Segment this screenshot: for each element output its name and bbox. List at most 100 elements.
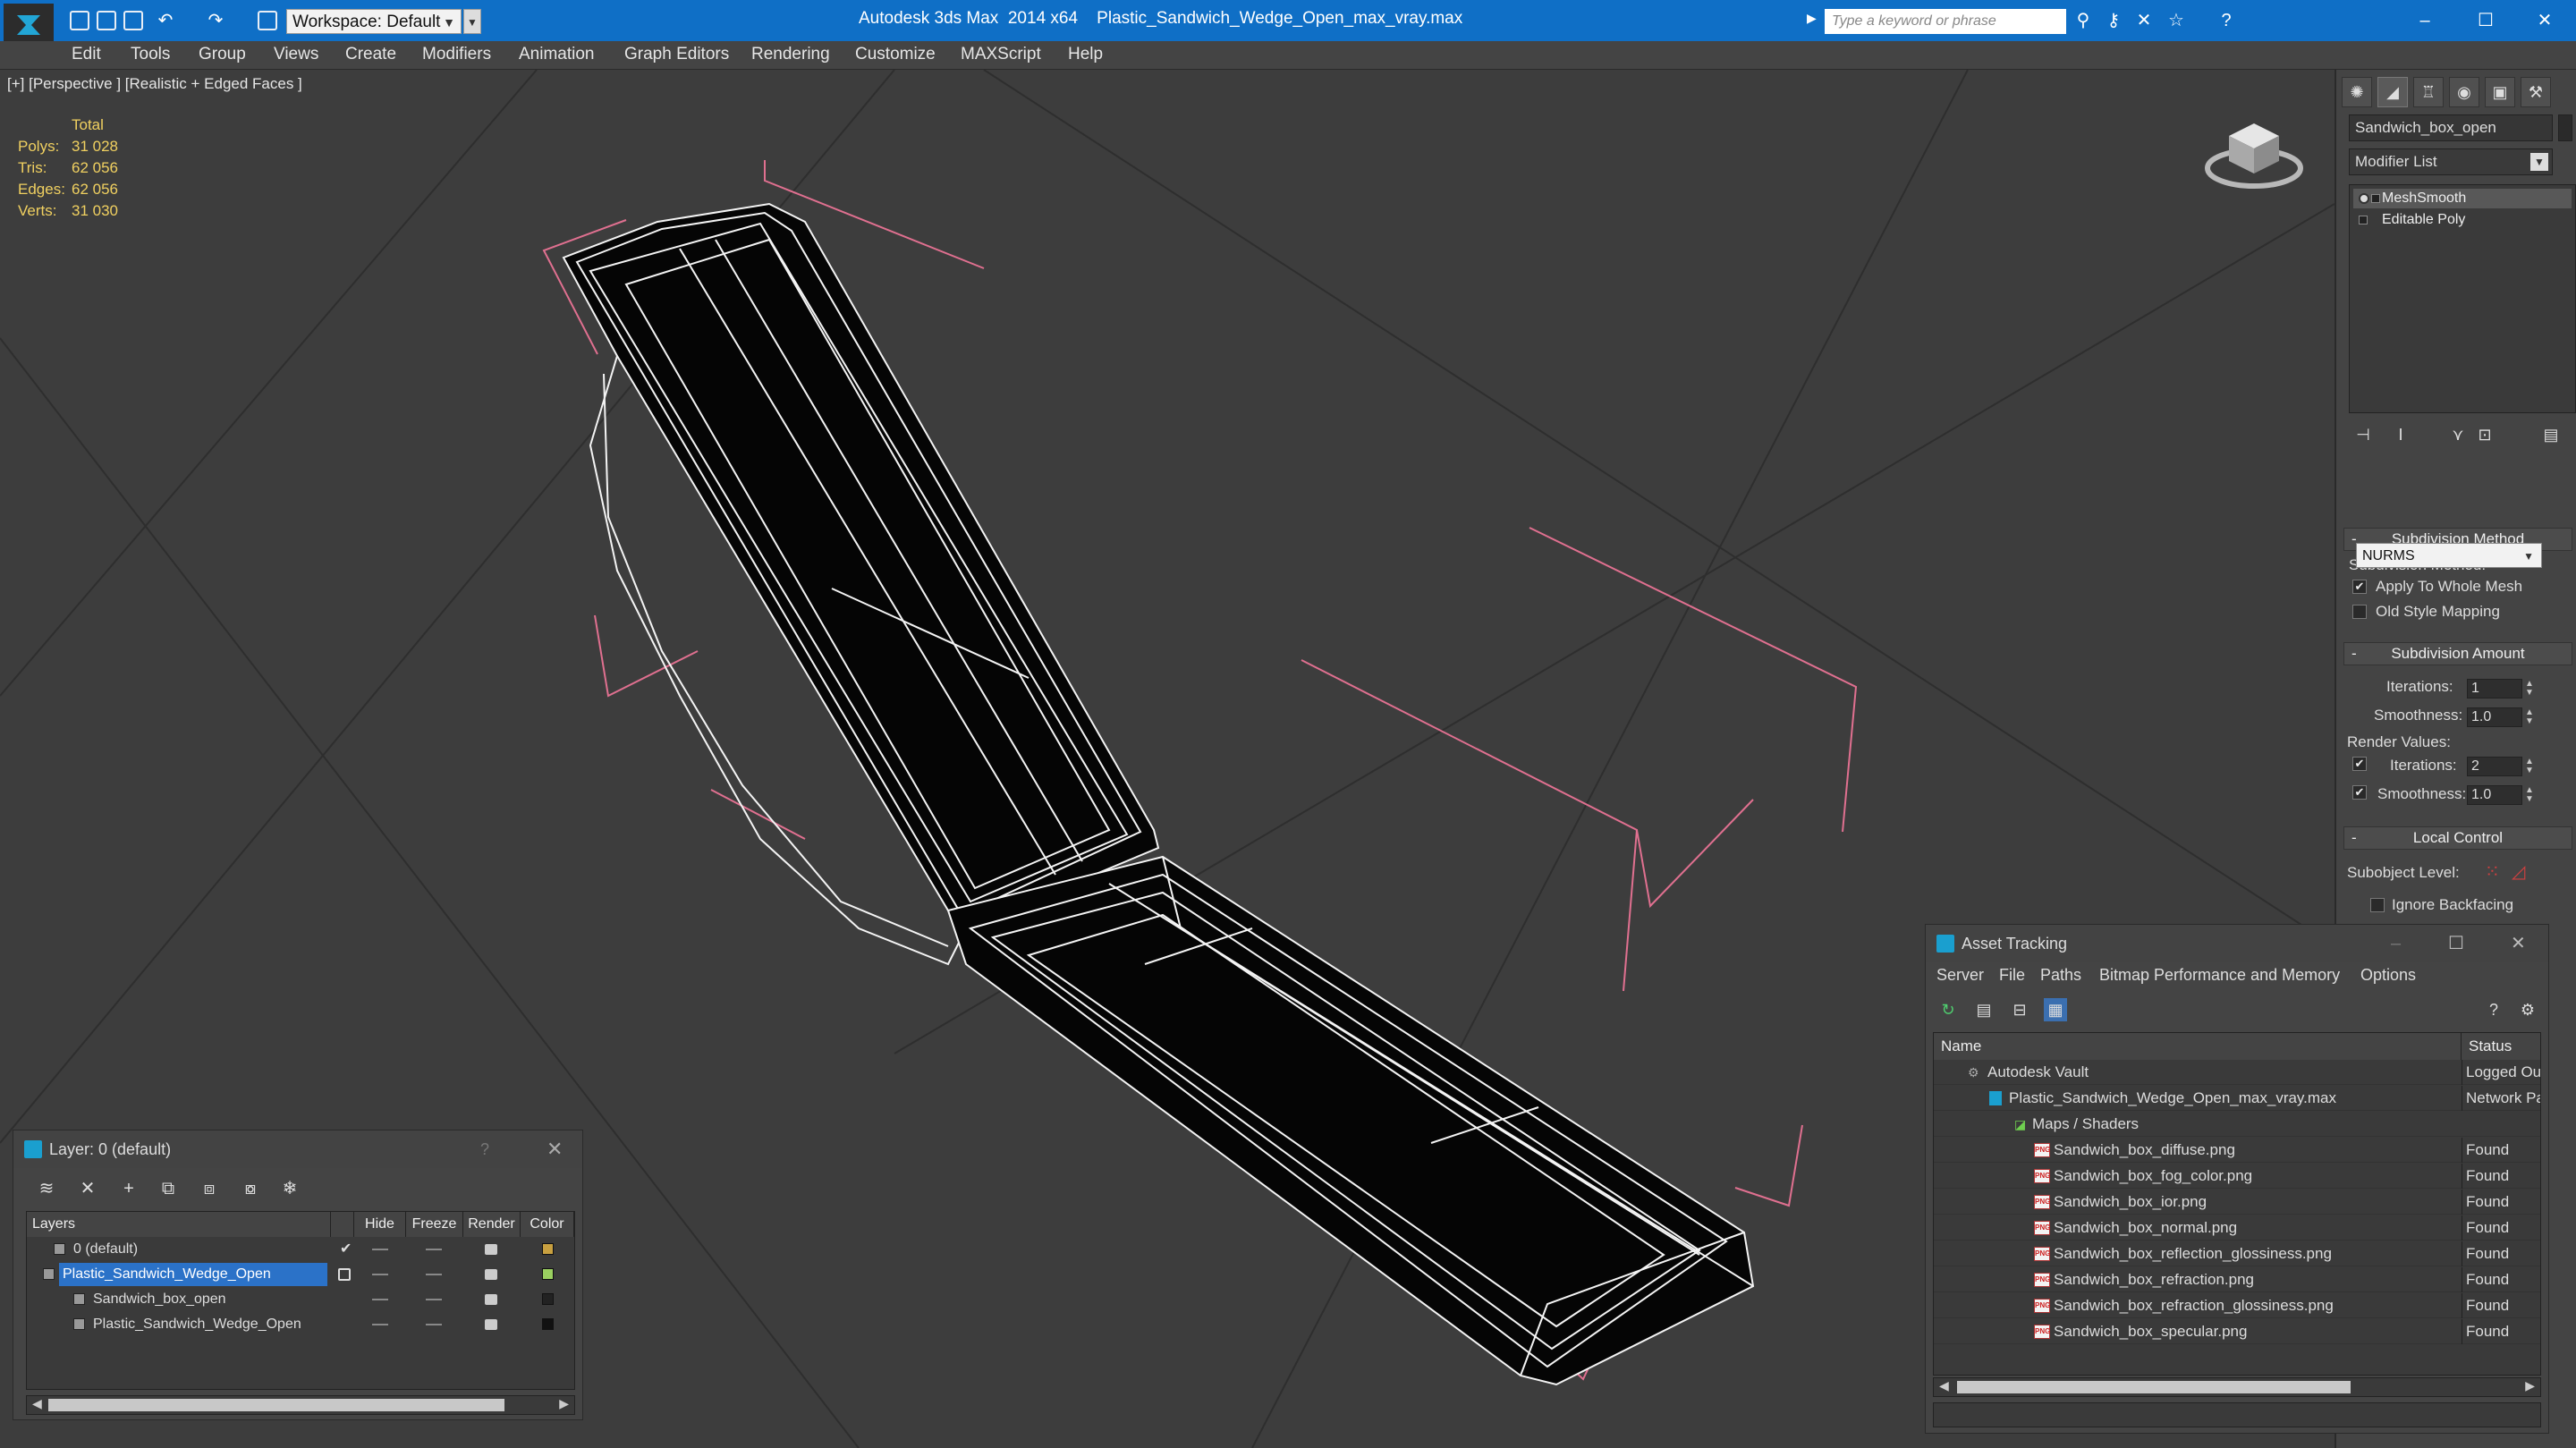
set-current-icon[interactable] xyxy=(338,1268,351,1281)
add-to-layer-icon[interactable]: + xyxy=(117,1177,140,1200)
hide-toggle[interactable] xyxy=(372,1324,388,1325)
layer-manager-titlebar[interactable]: Layer: 0 (default) ? ✕ xyxy=(13,1130,582,1168)
utilities-tab-icon[interactable]: ⚒ xyxy=(2521,77,2551,107)
iterations-spinner[interactable]: 1 ▲ ▼ xyxy=(2467,679,2534,699)
stack-item-editable-poly[interactable]: Editable Poly xyxy=(2353,210,2572,230)
current-layer-check-icon[interactable]: ✔ xyxy=(340,1237,352,1262)
scroll-left-icon[interactable]: ◀ xyxy=(32,1396,42,1411)
subdivision-method-dropdown[interactable]: NURMS ▼ xyxy=(2356,543,2542,568)
create-tab-icon[interactable]: ✺ xyxy=(2342,77,2372,107)
asset-menu-paths[interactable]: Paths xyxy=(2040,966,2081,985)
menu-tools[interactable]: Tools xyxy=(131,45,170,64)
old-style-mapping-checkbox[interactable] xyxy=(2352,605,2367,619)
help-icon[interactable]: ? xyxy=(480,1130,489,1168)
menu-group[interactable]: Group xyxy=(199,45,246,64)
undo-icon[interactable]: ↶ xyxy=(156,11,175,30)
asset-row[interactable]: ◪ Maps / Shaders xyxy=(1934,1112,2540,1137)
make-unique-icon[interactable]: ⋎ xyxy=(2447,424,2469,445)
col-name[interactable]: Name xyxy=(1934,1033,2462,1060)
menu-animation[interactable]: Animation xyxy=(519,45,595,64)
menu-rendering[interactable]: Rendering xyxy=(751,45,830,64)
freeze-toggle[interactable] xyxy=(426,1249,442,1250)
menu-customize[interactable]: Customize xyxy=(855,45,936,64)
rollout-local-control[interactable]: - Local Control xyxy=(2343,826,2572,850)
asset-row[interactable]: PNG Sandwich_box_refraction_glossiness.p… xyxy=(1934,1293,2540,1318)
render-smoothness-checkbox[interactable]: ✔ xyxy=(2352,785,2367,800)
render-iterations-checkbox[interactable]: ✔ xyxy=(2352,757,2367,771)
project-folder-icon[interactable] xyxy=(258,11,277,30)
remove-modifier-icon[interactable]: ⊡ xyxy=(2474,424,2496,445)
render-iterations-spinner[interactable]: 2 ▲ ▼ xyxy=(2467,757,2534,776)
new-file-icon[interactable] xyxy=(70,11,89,30)
col-layers[interactable]: Layers xyxy=(27,1212,331,1237)
layer-color-swatch[interactable] xyxy=(542,1268,554,1280)
layer-row[interactable]: 0 (default) ✔ xyxy=(27,1237,574,1262)
close-button[interactable]: ✕ xyxy=(2513,0,2576,41)
display-tab-icon[interactable]: ▣ xyxy=(2485,77,2515,107)
col-freeze[interactable]: Freeze xyxy=(406,1212,463,1237)
asset-row[interactable]: PNG Sandwich_box_specular.png Found xyxy=(1934,1319,2540,1344)
spinner-arrows-icon[interactable]: ▲ ▼ xyxy=(2523,758,2536,777)
render-teapot-icon[interactable] xyxy=(485,1269,497,1280)
modify-tab-icon[interactable]: ◢ xyxy=(2377,77,2408,107)
spinner-arrows-icon[interactable]: ▲ ▼ xyxy=(2523,708,2536,728)
close-icon[interactable]: ✕ xyxy=(547,1130,563,1168)
scrollbar-thumb[interactable] xyxy=(1957,1381,2351,1393)
minimize-button[interactable]: – xyxy=(2394,0,2456,41)
scroll-right-icon[interactable]: ▶ xyxy=(2525,1378,2535,1393)
pin-stack-icon[interactable]: ⊣ xyxy=(2352,424,2374,445)
vertex-level-icon[interactable]: ⁙ xyxy=(2485,860,2500,883)
help-icon[interactable]: ? xyxy=(2216,11,2236,30)
minimize-icon[interactable]: – xyxy=(2391,925,2401,962)
configure-sets-icon[interactable]: ▤ xyxy=(2540,424,2562,445)
asset-row[interactable]: PNG Sandwich_box_refraction.png Found xyxy=(1934,1267,2540,1292)
modifier-list-dropdown[interactable]: Modifier List ▼ xyxy=(2349,148,2553,175)
new-layer-icon[interactable]: ≋ xyxy=(35,1177,58,1200)
show-end-result-icon[interactable]: Ⅰ xyxy=(2390,424,2411,445)
layer-row[interactable]: Plastic_Sandwich_Wedge_Open xyxy=(27,1312,574,1337)
hide-toggle[interactable] xyxy=(372,1249,388,1250)
ignore-backfacing-checkbox[interactable] xyxy=(2370,898,2385,912)
render-smoothness-spinner[interactable]: 1.0 ▲ ▼ xyxy=(2467,785,2534,805)
edge-level-icon[interactable]: ◿ xyxy=(2512,860,2525,883)
col-render[interactable]: Render xyxy=(463,1212,521,1237)
col-hide[interactable]: Hide xyxy=(354,1212,406,1237)
object-name-field[interactable]: Sandwich_box_open xyxy=(2349,114,2553,141)
asset-row[interactable]: PNG Sandwich_box_reflection_glossiness.p… xyxy=(1934,1241,2540,1266)
layer-row[interactable]: Sandwich_box_open xyxy=(27,1287,574,1312)
scroll-left-icon[interactable]: ◀ xyxy=(1939,1378,1949,1393)
settings-icon[interactable]: ⚙ xyxy=(2516,998,2539,1021)
workspace-menu-button[interactable]: ▼ xyxy=(463,9,481,34)
search-expand-icon[interactable]: ▶ xyxy=(1807,11,1819,32)
binoculars-icon[interactable]: ⚲ xyxy=(2073,11,2093,30)
scroll-right-icon[interactable]: ▶ xyxy=(559,1396,569,1411)
menu-help[interactable]: Help xyxy=(1068,45,1103,64)
maximize-icon[interactable]: ☐ xyxy=(2448,925,2464,962)
freeze-all-icon[interactable]: ❄ xyxy=(278,1177,301,1200)
freeze-toggle[interactable] xyxy=(426,1299,442,1300)
object-color-swatch[interactable] xyxy=(542,1318,554,1330)
asset-menu-file[interactable]: File xyxy=(1999,966,2025,985)
menu-edit[interactable]: Edit xyxy=(72,45,101,64)
render-teapot-icon[interactable] xyxy=(485,1319,497,1330)
layer-row[interactable]: Plastic_Sandwich_Wedge_Open xyxy=(27,1262,574,1287)
subscription-icon[interactable]: ✕ xyxy=(2134,11,2154,30)
viewport-label[interactable]: [+] [Perspective ] [Realistic + Edged Fa… xyxy=(7,75,302,93)
hide-toggle[interactable] xyxy=(372,1299,388,1300)
favorites-star-icon[interactable]: ☆ xyxy=(2166,11,2186,30)
redo-icon[interactable]: ↷ xyxy=(206,11,225,30)
maximize-button[interactable]: ☐ xyxy=(2454,0,2517,41)
delete-layer-icon[interactable]: ✕ xyxy=(76,1177,99,1200)
layer-color-swatch[interactable] xyxy=(542,1243,554,1255)
lightbulb-icon[interactable] xyxy=(2359,193,2369,204)
asset-menu-options[interactable]: Options xyxy=(2360,966,2416,985)
workspace-dropdown[interactable]: Workspace: Default ▼ xyxy=(286,9,462,34)
close-icon[interactable]: ✕ xyxy=(2511,925,2526,962)
render-teapot-icon[interactable] xyxy=(485,1244,497,1255)
refresh-icon[interactable]: ↻ xyxy=(1936,998,1960,1021)
stack-item-meshsmooth[interactable]: MeshSmooth xyxy=(2353,189,2572,208)
viewcube-icon[interactable] xyxy=(2200,106,2308,195)
asset-tracking-titlebar[interactable]: Asset Tracking – ☐ ✕ xyxy=(1926,925,2548,962)
smoothness-spinner[interactable]: 1.0 ▲ ▼ xyxy=(2467,707,2534,727)
spinner-arrows-icon[interactable]: ▲ ▼ xyxy=(2523,786,2536,806)
